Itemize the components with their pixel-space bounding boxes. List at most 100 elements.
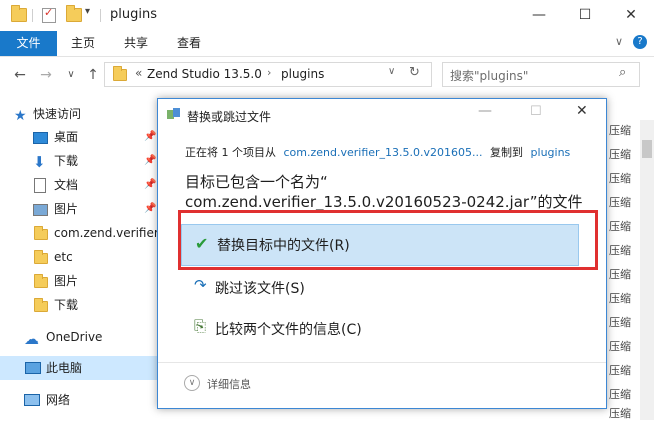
option-label: 跳过该文件(S) bbox=[215, 281, 305, 297]
folder-icon bbox=[34, 298, 48, 312]
folder-icon bbox=[34, 226, 48, 240]
skip-file-option[interactable]: ↷ 跳过该文件(S) bbox=[194, 274, 574, 302]
title-bar: ✓ ▾ plugins — ☐ ✕ bbox=[0, 0, 654, 31]
highlight-frame bbox=[178, 210, 598, 270]
new-folder-icon[interactable] bbox=[66, 5, 82, 22]
compare-icon: ⎘ bbox=[194, 317, 207, 335]
breadcrumb-zend-studio[interactable]: Zend Studio 13.5.0 bbox=[147, 67, 262, 81]
nav-quick-access[interactable]: ★ 快速访问 bbox=[0, 102, 158, 126]
folder-icon bbox=[34, 274, 48, 288]
option-label: 比较两个文件的信息(C) bbox=[215, 322, 362, 338]
cloud-icon: ☁ bbox=[24, 330, 39, 348]
chevron-down-icon[interactable]: ∨ bbox=[184, 375, 200, 391]
dialog-close-button[interactable]: ✕ bbox=[576, 103, 588, 119]
pictures-icon bbox=[33, 204, 48, 216]
document-icon bbox=[34, 178, 46, 193]
download-icon: ⬇ bbox=[33, 153, 46, 171]
up-icon[interactable]: ↑ bbox=[84, 66, 102, 84]
list-item[interactable]: 压缩 bbox=[609, 167, 643, 191]
breadcrumb-overflow[interactable]: « bbox=[135, 66, 142, 80]
headline-line-1: 目标已包含一个名为“ bbox=[185, 173, 328, 191]
nav-label: 图片 bbox=[54, 274, 79, 288]
list-item[interactable]: 压缩 bbox=[609, 215, 643, 239]
vertical-scrollbar[interactable] bbox=[640, 120, 654, 420]
dest-link[interactable]: plugins bbox=[531, 146, 571, 159]
tab-view[interactable]: 查看 bbox=[177, 31, 201, 56]
pin-icon: 📌 bbox=[144, 155, 157, 166]
star-icon: ★ bbox=[14, 108, 27, 124]
list-item[interactable]: 压缩 bbox=[609, 143, 643, 167]
nav-label: 桌面 bbox=[54, 130, 79, 144]
skip-icon: ↷ bbox=[194, 276, 207, 294]
close-button[interactable]: ✕ bbox=[608, 0, 654, 31]
copy-to-text: 复制到 bbox=[490, 146, 524, 159]
list-item[interactable]: 压缩 bbox=[609, 311, 643, 335]
customize-toolbar-icon[interactable]: ▾ bbox=[85, 6, 90, 17]
nav-item-downloads-folder[interactable]: 下载 bbox=[0, 293, 158, 317]
headline-line-2: com.zend.verifier_13.5.0.v20160523-0242.… bbox=[185, 193, 583, 211]
list-item[interactable]: 压缩 bbox=[609, 335, 643, 359]
dialog-title: 替换或跳过文件 bbox=[187, 110, 272, 124]
separator bbox=[32, 9, 33, 22]
nav-label: 此电脑 bbox=[46, 361, 83, 375]
pin-icon: 📌 bbox=[144, 131, 157, 142]
nav-item-verifier-folder[interactable]: com.zend.verifier_ bbox=[0, 221, 165, 245]
nav-label: 下载 bbox=[54, 154, 79, 168]
refresh-icon[interactable]: ↻ bbox=[409, 65, 420, 80]
folder-icon bbox=[34, 250, 48, 264]
tab-home[interactable]: 主页 bbox=[71, 31, 95, 56]
nav-item-desktop[interactable]: 桌面 📌 bbox=[0, 125, 158, 149]
folder-icon bbox=[113, 66, 127, 81]
desktop-icon bbox=[33, 132, 48, 144]
divider bbox=[158, 362, 606, 363]
compare-files-option[interactable]: ⎘ 比较两个文件的信息(C) bbox=[194, 315, 574, 343]
dialog-minimize-button[interactable]: — bbox=[478, 103, 492, 119]
nav-item-etc[interactable]: etc bbox=[0, 245, 158, 269]
address-bar[interactable]: « Zend Studio 13.5.0 › plugins ∨ ↻ bbox=[104, 62, 432, 87]
nav-this-pc[interactable]: 此电脑 bbox=[0, 356, 158, 380]
nav-label: 文档 bbox=[54, 178, 79, 192]
nav-label: 下载 bbox=[54, 298, 79, 312]
nav-onedrive[interactable]: ☁ OneDrive bbox=[0, 325, 158, 349]
back-icon[interactable]: ← bbox=[11, 66, 29, 84]
tab-file[interactable]: 文件 bbox=[0, 31, 57, 56]
search-placeholder: 搜索"plugins" bbox=[450, 69, 529, 83]
pin-icon: 📌 bbox=[144, 203, 157, 214]
list-item[interactable]: 压缩 bbox=[609, 119, 643, 143]
minimize-button[interactable]: — bbox=[516, 0, 562, 31]
breadcrumb-separator-icon: › bbox=[267, 66, 272, 79]
details-toggle[interactable]: 详细信息 bbox=[207, 376, 251, 392]
help-icon[interactable]: ? bbox=[633, 35, 647, 49]
nav-item-pictures-folder[interactable]: 图片 bbox=[0, 269, 158, 293]
nav-item-pictures[interactable]: 图片 📌 bbox=[0, 197, 158, 221]
recent-locations-icon[interactable]: ∨ bbox=[62, 66, 80, 84]
nav-label: 图片 bbox=[54, 202, 79, 216]
replace-or-skip-dialog: 替换或跳过文件 — ☐ ✕ 正在将 1 个项目从 com.zend.verifi… bbox=[157, 98, 607, 409]
nav-network[interactable]: 网络 bbox=[0, 388, 158, 412]
source-link[interactable]: com.zend.verifier_13.5.0.v201605... bbox=[284, 146, 483, 159]
list-item[interactable]: 压缩 bbox=[609, 239, 643, 263]
list-item[interactable]: 压缩 bbox=[609, 263, 643, 287]
list-item[interactable]: 压缩 bbox=[609, 191, 643, 215]
breadcrumb-plugins[interactable]: plugins bbox=[281, 67, 324, 81]
forward-icon[interactable]: → bbox=[37, 66, 55, 84]
tab-share[interactable]: 共享 bbox=[124, 31, 148, 56]
address-dropdown-icon[interactable]: ∨ bbox=[388, 66, 395, 77]
list-item[interactable]: 压缩 bbox=[609, 287, 643, 311]
scrollbar-thumb[interactable] bbox=[642, 140, 652, 158]
separator bbox=[100, 9, 101, 22]
search-input[interactable]: 搜索"plugins" ⌕ bbox=[442, 62, 640, 87]
progress-prefix: 正在将 1 个项目从 bbox=[185, 146, 276, 159]
nav-item-documents[interactable]: 文档 📌 bbox=[0, 173, 158, 197]
list-item[interactable]: 压缩 bbox=[609, 359, 643, 383]
search-icon[interactable]: ⌕ bbox=[619, 65, 626, 80]
dialog-maximize-button: ☐ bbox=[530, 104, 542, 119]
properties-icon[interactable]: ✓ bbox=[42, 6, 56, 23]
window-title: plugins bbox=[110, 7, 157, 22]
nav-item-downloads[interactable]: ⬇ 下载 📌 bbox=[0, 149, 158, 173]
nav-label: OneDrive bbox=[46, 330, 103, 344]
maximize-button[interactable]: ☐ bbox=[562, 0, 608, 31]
list-item[interactable]: 压缩 bbox=[609, 402, 643, 426]
computer-icon bbox=[25, 362, 41, 374]
expand-ribbon-icon[interactable]: ∨ bbox=[615, 35, 623, 48]
